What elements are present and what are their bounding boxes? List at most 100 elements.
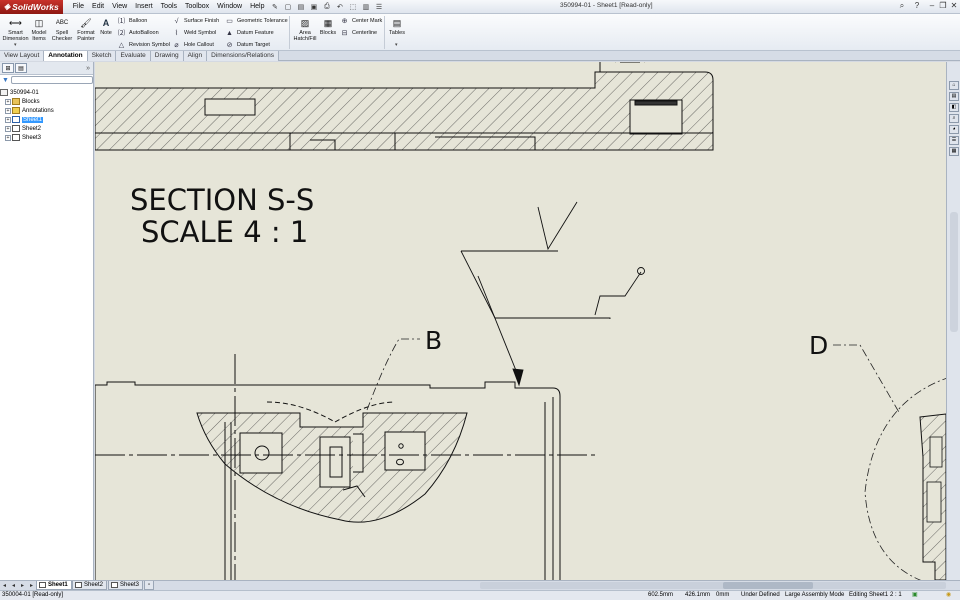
next-sheet-icon[interactable]: ▸ [21, 582, 24, 589]
appearances-icon[interactable]: ◕ [949, 125, 959, 134]
vertical-scrollbar[interactable] [950, 212, 958, 332]
datum-feature-button[interactable]: ▲ Datum Feature [225, 29, 274, 37]
options-icon[interactable]: ☰ [373, 2, 384, 12]
rebuild-icon[interactable]: ▥ [360, 2, 371, 12]
open-folder-icon[interactable]: ▤ [295, 2, 306, 12]
section-scale[interactable]: SCALE 4 : 1 [141, 215, 308, 249]
smart-dimension-button[interactable]: ⟷ Smart Dimension [3, 16, 29, 42]
expand-icon[interactable]: + [5, 125, 11, 132]
weld-symbol-button[interactable]: ⌇ Weld Symbol [172, 29, 217, 37]
spell-checker-button[interactable]: ABC Spell Checker [52, 16, 72, 43]
sheet-tab-2[interactable]: Sheet2 [72, 581, 108, 590]
expand-icon[interactable]: + [5, 98, 11, 105]
prev-sheet-icon[interactable]: ◂ [12, 582, 15, 589]
tab-align[interactable]: Align [183, 51, 208, 61]
note-button[interactable]: A Note [100, 16, 112, 36]
menu-toolbox[interactable]: Toolbox [181, 3, 213, 10]
tab-sketch[interactable]: Sketch [87, 51, 117, 61]
design-library-icon[interactable]: ▤ [949, 92, 959, 101]
menu-window[interactable]: Window [213, 3, 246, 10]
autoballoon-button[interactable]: ⑵ AutoBalloon [117, 29, 159, 37]
geometric-tolerance-button[interactable]: ▭ Geometric Tolerance [225, 17, 287, 25]
menu-view[interactable]: View [108, 3, 131, 10]
tab-annotation[interactable]: Annotation [44, 51, 88, 61]
tree-item-label: Sheet1 [22, 116, 44, 123]
view-palette-icon[interactable]: ▦ [949, 147, 959, 156]
drawing-canvas[interactable]: SECTION S-S SCALE 4 : 1 B D [95, 62, 946, 580]
menu-insert[interactable]: Insert [131, 3, 157, 10]
first-sheet-icon[interactable]: ◂ [3, 582, 6, 589]
horizontal-scrollbar[interactable] [480, 582, 946, 589]
tree-item-sheet1[interactable]: + Sheet1 [0, 115, 93, 124]
expand-icon[interactable]: + [5, 134, 11, 141]
centerline-button[interactable]: ⊟ Centerline [340, 29, 378, 37]
scroll-thumb[interactable] [723, 582, 813, 589]
tree-item-blocks[interactable]: + Blocks [0, 97, 93, 106]
tree-root[interactable]: 350994-01 [0, 88, 93, 97]
area-hatch-button[interactable]: ▨ Area Hatch/Fill [292, 16, 318, 42]
sheet-tab-1[interactable]: Sheet1 [36, 581, 72, 590]
tree-item-annotations[interactable]: + Annotations [0, 106, 93, 115]
add-sheet-button[interactable]: ▫ [144, 581, 155, 590]
save-icon[interactable]: ▣ [308, 2, 319, 12]
restore-icon[interactable]: ❐ [938, 1, 948, 10]
revision-symbol-button[interactable]: △ Revision Symbol [117, 41, 170, 49]
menu-edit[interactable]: Edit [88, 3, 108, 10]
datum-target-button[interactable]: ⊘ Datum Target [225, 41, 270, 49]
doc-close-icon[interactable]: ✕ [937, 62, 943, 63]
tables-button[interactable]: ▤ Tables [387, 16, 407, 36]
search-icon[interactable]: ⌕ [949, 114, 959, 123]
status-sheet-scale[interactable]: 2 : 1 [890, 591, 902, 600]
hole-callout-button[interactable]: ⌀ Hole Callout [172, 41, 214, 49]
help-icon[interactable]: ? [912, 1, 922, 10]
filter-input[interactable] [10, 76, 93, 84]
file-explorer-icon[interactable]: ◧ [949, 103, 959, 112]
chevron-down-icon[interactable]: ▾ [14, 42, 17, 48]
main-section-view[interactable] [95, 381, 561, 580]
chevron-right-icon[interactable]: » [86, 65, 90, 72]
close-icon[interactable]: ✕ [949, 1, 959, 10]
balloon-button[interactable]: ⑴ Balloon [117, 17, 147, 25]
app-logo[interactable]: ◈ SolidWorks [0, 0, 63, 14]
tree-item-sheet2[interactable]: + Sheet2 [0, 124, 93, 133]
custom-properties-icon[interactable]: ☰ [949, 136, 959, 145]
rebuild-status-icon[interactable]: ▣ [912, 591, 918, 600]
tree-item-sheet3[interactable]: + Sheet3 [0, 133, 93, 142]
menu-file[interactable]: File [69, 3, 88, 10]
notification-icon[interactable]: ◉ [946, 591, 951, 600]
doc-minimize-icon[interactable]: – [923, 62, 927, 63]
chevron-down-icon[interactable]: ▾ [395, 42, 398, 48]
select-icon[interactable]: ⬚ [347, 2, 358, 12]
blocks-button[interactable]: ▦ Blocks [319, 16, 337, 36]
section-title[interactable]: SECTION S-S [130, 183, 314, 217]
last-sheet-icon[interactable]: ▸ [30, 582, 33, 589]
expand-icon[interactable]: + [5, 107, 11, 114]
top-section-view[interactable] [95, 62, 714, 151]
feature-tree-tab-icon[interactable]: ⊞ [2, 63, 14, 73]
expand-icon[interactable]: + [5, 116, 11, 123]
detail-d-callout[interactable]: D [809, 331, 946, 580]
menu-help[interactable]: Help [246, 3, 268, 10]
sheet-icon [75, 582, 82, 588]
pin-icon[interactable]: ✎ [269, 2, 280, 12]
surface-finish-button[interactable]: √ Surface Finish [172, 17, 220, 25]
doc-restore-icon[interactable]: ❐ [929, 62, 935, 63]
tab-view-layout[interactable]: View Layout [0, 51, 45, 61]
tab-dimensions-relations[interactable]: Dimensions/Relations [207, 51, 279, 61]
detail-b-callout[interactable]: B [366, 326, 442, 411]
tab-evaluate[interactable]: Evaluate [116, 51, 151, 61]
undo-icon[interactable]: ↶ [334, 2, 345, 12]
tab-drawing[interactable]: Drawing [150, 51, 184, 61]
center-mark-button[interactable]: ⊕ Center Mark [340, 17, 383, 25]
help-search-icon[interactable]: ⌕ [897, 1, 907, 11]
surface-finish-annotation[interactable] [460, 201, 645, 387]
model-items-button[interactable]: ◫ Model Items [30, 16, 48, 42]
resources-icon[interactable]: ⌂ [949, 81, 959, 90]
new-document-icon[interactable]: ▢ [282, 2, 293, 12]
minimize-icon[interactable]: – [927, 1, 937, 10]
menu-tools[interactable]: Tools [157, 3, 181, 10]
sheet-tab-3[interactable]: Sheet3 [108, 581, 144, 590]
print-icon[interactable]: ⎙ [321, 2, 332, 12]
format-painter-button[interactable]: 🖌 Format Painter [76, 16, 96, 42]
property-manager-tab-icon[interactable]: ▤ [15, 63, 27, 73]
